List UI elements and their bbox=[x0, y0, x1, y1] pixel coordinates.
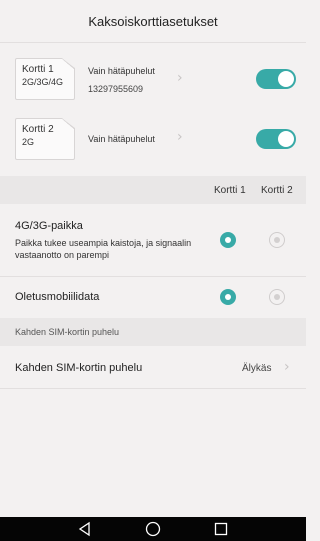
sim-card-label: Kortti 1 bbox=[22, 64, 54, 75]
navigation-bar bbox=[0, 517, 306, 541]
sim-number: 13297955609 bbox=[88, 84, 144, 94]
page-title: Kaksoiskorttiasetukset bbox=[0, 0, 306, 42]
dual-sim-call-label: Kahden SIM-kortin puhelu bbox=[15, 362, 143, 374]
triangle-back-icon[interactable] bbox=[77, 521, 93, 537]
chevron-right-icon: › bbox=[177, 129, 183, 145]
sim-mode: Vain hätäpuhelut bbox=[88, 66, 155, 76]
sim-card-label: Kortti 2 bbox=[22, 124, 54, 135]
header-divider bbox=[0, 42, 306, 43]
default-data-title: Oletusmobiilidata bbox=[15, 291, 100, 303]
toggle-knob bbox=[278, 131, 294, 147]
section-header-band: Kahden SIM-kortin puhelu bbox=[0, 318, 306, 346]
sim-row-card2[interactable]: Kortti 2 2G Vain hätäpuhelut › bbox=[0, 108, 306, 172]
sim-row-card1[interactable]: Kortti 1 2G/3G/4G Vain hätäpuhelut 13297… bbox=[0, 48, 306, 112]
radio-dot bbox=[274, 237, 280, 243]
section-label: Kahden SIM-kortin puhelu bbox=[15, 327, 120, 337]
dual-sim-call-row[interactable]: Kahden SIM-kortin puhelu Älykäs › bbox=[0, 346, 306, 388]
sim-mode: Vain hätäpuhelut bbox=[88, 134, 155, 144]
default-data-radio-card1[interactable] bbox=[220, 289, 236, 305]
sim-card-icon: Kortti 1 2G/3G/4G bbox=[15, 58, 75, 100]
radio-dot bbox=[225, 237, 231, 243]
chevron-right-icon: › bbox=[177, 70, 183, 86]
network-slot-description: Paikka tukee useampia kaistoja, ja signa… bbox=[15, 238, 192, 260]
network-slot-radio-card2[interactable] bbox=[269, 232, 285, 248]
chevron-right-icon: › bbox=[284, 359, 290, 375]
default-data-radio-card2[interactable] bbox=[269, 289, 285, 305]
column-header-band: Kortti 1 Kortti 2 bbox=[0, 176, 306, 204]
sim-card-type: 2G bbox=[22, 137, 35, 147]
dual-sim-call-value: Älykäs bbox=[242, 363, 272, 374]
network-slot-title: 4G/3G-paikka bbox=[15, 220, 83, 232]
column-header-card2: Kortti 2 bbox=[261, 185, 293, 196]
sim-card-icon: Kortti 2 2G bbox=[15, 118, 75, 160]
circle-home-icon[interactable] bbox=[145, 521, 161, 537]
square-recent-icon[interactable] bbox=[213, 521, 229, 537]
toggle-knob bbox=[278, 71, 294, 87]
network-slot-radio-card1[interactable] bbox=[220, 232, 236, 248]
divider bbox=[0, 276, 306, 277]
radio-dot bbox=[274, 294, 280, 300]
divider bbox=[0, 388, 306, 389]
sim-card-type: 2G/3G/4G bbox=[22, 77, 64, 87]
sim-toggle-card1[interactable] bbox=[256, 69, 296, 89]
column-header-card1: Kortti 1 bbox=[214, 185, 246, 196]
sim-toggle-card2[interactable] bbox=[256, 129, 296, 149]
radio-dot bbox=[225, 294, 231, 300]
